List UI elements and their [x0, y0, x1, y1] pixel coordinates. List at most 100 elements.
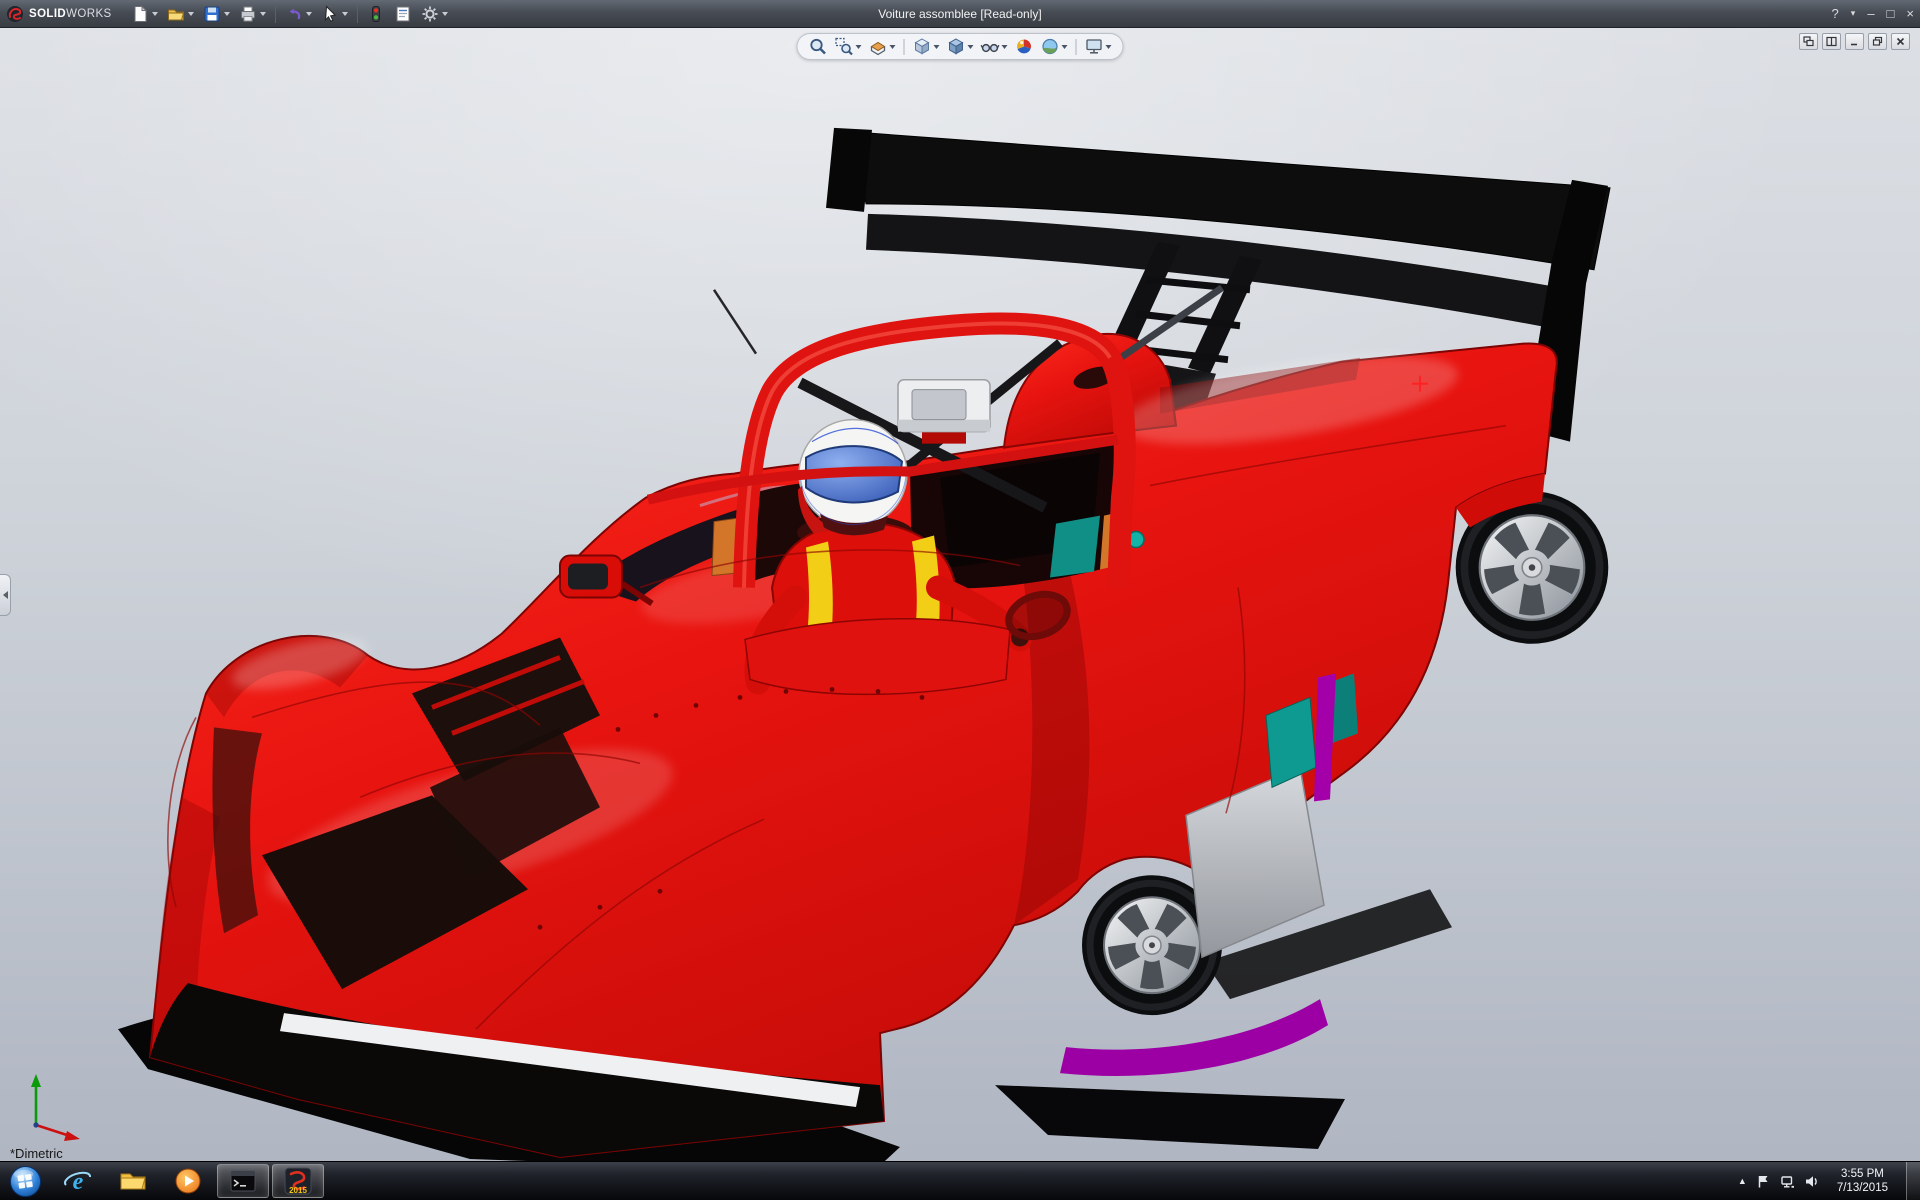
options-gear-icon — [422, 6, 438, 21]
help-menu-caret[interactable]: ▾ — [1851, 9, 1856, 18]
start-button[interactable] — [0, 1162, 50, 1200]
taskbar-command-prompt[interactable] — [217, 1164, 269, 1198]
tray-icons — [1756, 1174, 1819, 1189]
view-settings-button[interactable] — [1084, 36, 1113, 57]
volume-icon — [1805, 1175, 1817, 1187]
standard-toolbar — [128, 3, 451, 25]
undo-button[interactable] — [282, 3, 315, 25]
taskbar-media-player[interactable] — [162, 1164, 214, 1198]
save-icon — [204, 6, 220, 21]
pane-arrange-button[interactable] — [1799, 33, 1818, 50]
x-axis-arrow — [64, 1131, 80, 1141]
dropdown-caret[interactable] — [151, 11, 158, 16]
display-style-button[interactable] — [946, 36, 975, 57]
dropdown-caret[interactable] — [933, 44, 940, 49]
document-window-controls — [1799, 33, 1910, 50]
document-minimize-button[interactable] — [1845, 33, 1864, 50]
save-button[interactable] — [200, 3, 233, 25]
toolbar-separator — [356, 4, 358, 23]
toolbar-separator — [903, 38, 905, 55]
doc-minimize-icon — [1851, 43, 1857, 46]
title-bar: SOLIDWORKS Voiture assomblee [Read-only]… — [0, 0, 1920, 28]
internet-explorer-icon: e — [64, 1169, 91, 1195]
apply-scene-button[interactable] — [1040, 36, 1069, 57]
toolbar-separator — [1075, 38, 1077, 55]
open-button[interactable] — [164, 3, 197, 25]
dropdown-caret[interactable] — [441, 11, 448, 16]
zoom-to-fit-icon — [810, 38, 826, 55]
taskbar-solidworks-2015[interactable]: 2015 — [272, 1164, 324, 1198]
print-icon — [240, 6, 255, 21]
taskbar-clock[interactable]: 3:55 PM 7/13/2015 — [1828, 1167, 1897, 1195]
rebuild-button[interactable] — [364, 3, 388, 25]
solidworks-version-badge: 2015 — [289, 1186, 307, 1195]
system-tray: ▲ 3:55 PM 7/13/2015 — [1738, 1162, 1920, 1200]
dropdown-caret[interactable] — [1061, 44, 1068, 49]
hide-show-items-button[interactable] — [980, 36, 1009, 57]
file-properties-button[interactable] — [391, 3, 415, 25]
dropdown-caret[interactable] — [341, 11, 348, 16]
graphics-viewport[interactable]: *Dimetric — [0, 28, 1920, 1161]
minimize-button[interactable]: – — [1867, 7, 1874, 20]
close-button[interactable]: × — [1906, 7, 1914, 20]
dropdown-caret[interactable] — [967, 44, 974, 49]
dropdown-caret[interactable] — [223, 11, 230, 16]
y-axis-arrow — [31, 1074, 41, 1087]
window-title: Voiture assomblee [Read-only] — [878, 7, 1042, 21]
edit-appearance-button[interactable] — [1014, 36, 1035, 57]
section-view-icon — [870, 41, 886, 56]
document-close-button[interactable] — [1891, 33, 1910, 50]
document-restore-button[interactable] — [1868, 33, 1887, 50]
z-axis-dot — [33, 1122, 39, 1128]
command-prompt-icon — [230, 1170, 256, 1192]
help-button[interactable]: ? — [1832, 7, 1839, 20]
folder-icon — [120, 1173, 146, 1190]
action-center-button[interactable] — [1756, 1174, 1771, 1189]
view-orientation-button[interactable] — [912, 36, 941, 57]
solidworks-logo-mark — [7, 5, 23, 22]
rebuild-icon — [371, 5, 380, 22]
pane-split-icon — [1826, 36, 1837, 47]
hidden-icons-button[interactable]: ▲ — [1738, 1176, 1747, 1186]
doc-close-icon — [1896, 37, 1905, 46]
taskbar-internet-explorer[interactable]: e — [52, 1164, 104, 1198]
doc-restore-icon — [1872, 36, 1883, 46]
dropdown-caret[interactable] — [1001, 44, 1008, 49]
dropdown-caret[interactable] — [305, 11, 312, 16]
section-view-button[interactable] — [868, 36, 897, 57]
feature-manager-flyout-handle[interactable] — [0, 574, 11, 616]
maximize-button[interactable]: □ — [1887, 7, 1895, 20]
dropdown-caret[interactable] — [855, 44, 862, 49]
show-desktop-button[interactable] — [1906, 1162, 1920, 1200]
chevron-left-icon — [2, 591, 8, 599]
select-button[interactable] — [318, 3, 351, 25]
action-center-icon — [1758, 1175, 1768, 1187]
zoom-to-area-button[interactable] — [834, 36, 863, 57]
volume-button[interactable] — [1804, 1174, 1819, 1189]
view-orientation-icon — [914, 38, 930, 55]
apply-scene-icon — [1042, 38, 1058, 55]
pane-arrange-icon — [1803, 36, 1814, 47]
undo-icon — [289, 8, 300, 19]
options-button[interactable] — [418, 3, 451, 25]
new-document-button[interactable] — [128, 3, 161, 25]
network-button[interactable] — [1780, 1174, 1795, 1189]
print-button[interactable] — [236, 3, 269, 25]
zoom-to-area-icon — [835, 37, 853, 56]
dropdown-caret[interactable] — [1105, 44, 1112, 49]
new-document-icon — [134, 4, 147, 22]
scene-canvas — [0, 28, 1920, 1161]
dropdown-caret[interactable] — [187, 11, 194, 16]
pane-split-button[interactable] — [1822, 33, 1841, 50]
zoom-to-fit-button[interactable] — [808, 36, 829, 57]
network-icon — [1781, 1175, 1794, 1188]
dropdown-caret[interactable] — [889, 44, 896, 49]
view-orientation-label: *Dimetric — [10, 1146, 63, 1161]
windows-start-orb-icon — [9, 1165, 41, 1197]
dropdown-caret[interactable] — [259, 11, 266, 16]
taskbar-windows-explorer[interactable] — [107, 1164, 159, 1198]
heads-up-view-toolbar — [796, 33, 1124, 60]
select-cursor-icon — [324, 4, 336, 22]
solidworks-logo: SOLIDWORKS — [6, 5, 112, 23]
tray-time: 3:55 PM — [1841, 1168, 1884, 1180]
